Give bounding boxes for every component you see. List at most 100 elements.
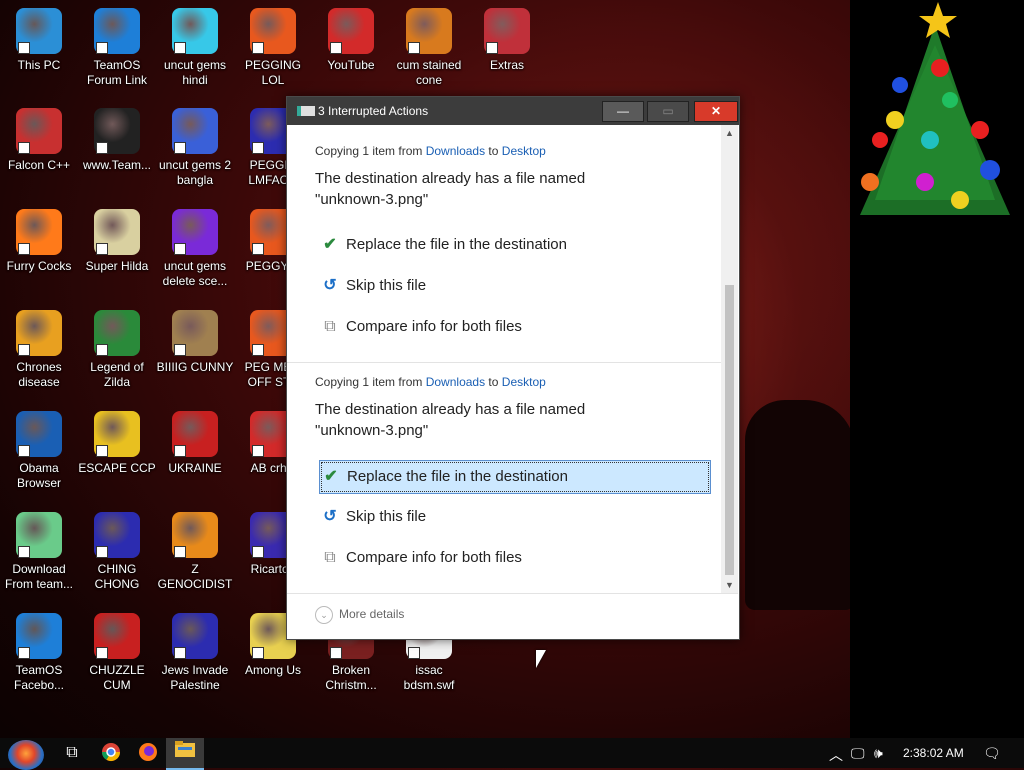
dialog-scrollbar[interactable]: ▲ ▼ [721, 125, 738, 593]
destination-folder-link[interactable]: Desktop [502, 144, 546, 158]
desktop-icon[interactable]: Obama Browser [0, 411, 78, 491]
chrome-taskbar-icon[interactable] [100, 742, 122, 764]
desktop-icon-label: YouTube [327, 58, 375, 72]
desktop-icon[interactable]: UKRAINE [156, 411, 234, 476]
skip-arrow-icon: ↺ [323, 277, 337, 294]
option-label: Compare info for both files [346, 318, 522, 335]
replace-file-option[interactable]: ✔ Replace the file in the destination [319, 229, 709, 261]
destination-folder-link[interactable]: Desktop [502, 375, 546, 389]
desktop-icon-label: CHING CHONG [94, 562, 140, 591]
desktop-icon[interactable]: Falcon C++ [0, 108, 78, 173]
desktop-icon-label: TeamOS Forum Link [86, 58, 148, 87]
notifications-icon[interactable]: 🗨 [983, 745, 1001, 762]
scroll-down-arrow-icon[interactable]: ▼ [721, 577, 738, 593]
desktop-icon-image [16, 512, 62, 558]
check-icon: ✔ [324, 468, 338, 485]
task-view-icon[interactable]: ⧉ [61, 742, 83, 764]
desktop-icon[interactable]: Jews Invade Palestine [156, 613, 234, 693]
firefox-taskbar-icon[interactable] [137, 742, 159, 764]
dialog-title: 3 Interrupted Actions [318, 104, 429, 118]
desktop-icon[interactable]: Super Hilda [78, 209, 156, 274]
shortcut-arrow-icon [96, 647, 108, 659]
shortcut-arrow-icon [174, 445, 186, 457]
more-details-toggle[interactable]: More details [339, 607, 404, 621]
desktop-icon-label: uncut gems delete sce... [162, 259, 228, 288]
shortcut-arrow-icon [486, 42, 498, 54]
desktop-icon-label: UKRAINE [168, 461, 222, 475]
shortcut-arrow-icon [252, 546, 264, 558]
volume-icon[interactable]: 🕪 [874, 745, 883, 762]
desktop-icon[interactable]: YouTube [312, 8, 390, 73]
shortcut-arrow-icon [18, 445, 30, 457]
desktop-icon[interactable]: Legend of Zilda [78, 310, 156, 390]
skip-file-option[interactable]: ↺ Skip this file [319, 501, 709, 533]
maximize-button[interactable]: ▭ [647, 101, 689, 122]
desktop-icon[interactable]: uncut gems hindi [156, 8, 234, 88]
start-button[interactable] [8, 740, 44, 770]
desktop-icon-image [16, 8, 62, 54]
file-explorer-taskbar-icon[interactable] [166, 738, 204, 770]
option-label: Replace the file in the destination [346, 236, 567, 253]
desktop-icon-label: Chrones disease [16, 360, 62, 389]
skip-file-option[interactable]: ↺ Skip this file [319, 270, 709, 302]
desktop-icon-label: This PC [17, 58, 61, 72]
desktop-icon[interactable]: www.Team... [78, 108, 156, 173]
desktop-icon-image [328, 8, 374, 54]
desktop-icon-image [16, 613, 62, 659]
desktop-icon-image [172, 108, 218, 154]
replace-file-option[interactable]: ✔ Replace the file in the destination [319, 460, 711, 494]
desktop-icon[interactable]: CHUZZLE CUM [78, 613, 156, 693]
check-icon: ✔ [323, 236, 337, 253]
mouse-cursor-icon [536, 650, 546, 668]
compare-icon: ⧉ [324, 318, 336, 335]
desktop-icon-label: uncut gems 2 bangla [158, 158, 232, 187]
desktop-icon[interactable]: Download From team... [0, 512, 78, 592]
desktop-icon[interactable]: Furry Cocks [0, 209, 78, 274]
desktop-icon[interactable]: Extras [468, 8, 546, 73]
desktop-icon[interactable]: TeamOS Forum Link [78, 8, 156, 88]
compare-files-option[interactable]: ⧉ Compare info for both files [319, 542, 709, 574]
desktop-icon[interactable]: PEGGING LOL [234, 8, 312, 88]
desktop-icon-label: Among Us [244, 663, 302, 677]
compare-files-option[interactable]: ⧉ Compare info for both files [319, 311, 709, 343]
shortcut-arrow-icon [96, 243, 108, 255]
show-hidden-icons-chevron-icon[interactable]: ︿ [829, 745, 843, 765]
scroll-up-arrow-icon[interactable]: ▲ [721, 125, 738, 141]
desktop-icon-label: Jews Invade Palestine [161, 663, 229, 692]
scrollbar-thumb[interactable] [725, 285, 734, 575]
source-folder-link[interactable]: Downloads [426, 375, 485, 389]
desktop-icon[interactable]: Chrones disease [0, 310, 78, 390]
desktop-icon[interactable]: Z GENOCIDIST [156, 512, 234, 592]
desktop-icon[interactable]: uncut gems delete sce... [156, 209, 234, 289]
desktop-icon-image [172, 209, 218, 255]
minimize-button[interactable]: — [602, 101, 644, 122]
shortcut-arrow-icon [96, 142, 108, 154]
expand-chevron-icon[interactable]: ⌄ [315, 606, 333, 624]
taskbar-clock[interactable]: 2:38:02 AM [903, 746, 964, 760]
wallpaper-silhouette [745, 400, 855, 610]
shortcut-arrow-icon [330, 42, 342, 54]
desktop-icon[interactable]: BIIIIG CUNNY [156, 310, 234, 375]
desktop-icon[interactable]: ESCAPE CCP [78, 411, 156, 476]
desktop-icon-image [172, 411, 218, 457]
dialog-title-bar[interactable]: 3 Interrupted Actions — ▭ ✕ [287, 97, 739, 125]
option-label: Skip this file [346, 277, 427, 294]
shortcut-arrow-icon [96, 42, 108, 54]
desktop-icon-label: Furry Cocks [6, 259, 72, 273]
desktop-icon-label: BIIIIG CUNNY [156, 360, 234, 374]
desktop-icon[interactable]: uncut gems 2 bangla [156, 108, 234, 188]
conflict-message: The destination already has a file named… [315, 170, 586, 208]
source-folder-link[interactable]: Downloads [426, 144, 485, 158]
desktop-icon-label: TeamOS Facebo... [13, 663, 65, 692]
desktop-icon[interactable]: This PC [0, 8, 78, 73]
desktop-icon[interactable]: CHING CHONG [78, 512, 156, 592]
desktop-icon[interactable]: TeamOS Facebo... [0, 613, 78, 693]
shortcut-arrow-icon [174, 42, 186, 54]
desktop-icon-label: Obama Browser [16, 461, 61, 490]
conflict-header: Copying 1 item from Downloads to Desktop [315, 144, 546, 158]
close-button[interactable]: ✕ [694, 101, 738, 122]
desktop-icon[interactable]: cum stained cone [390, 8, 468, 88]
desktop-icon-label: Falcon C++ [7, 158, 71, 172]
network-icon[interactable]: 🖵 [851, 745, 865, 762]
shortcut-arrow-icon [252, 243, 264, 255]
